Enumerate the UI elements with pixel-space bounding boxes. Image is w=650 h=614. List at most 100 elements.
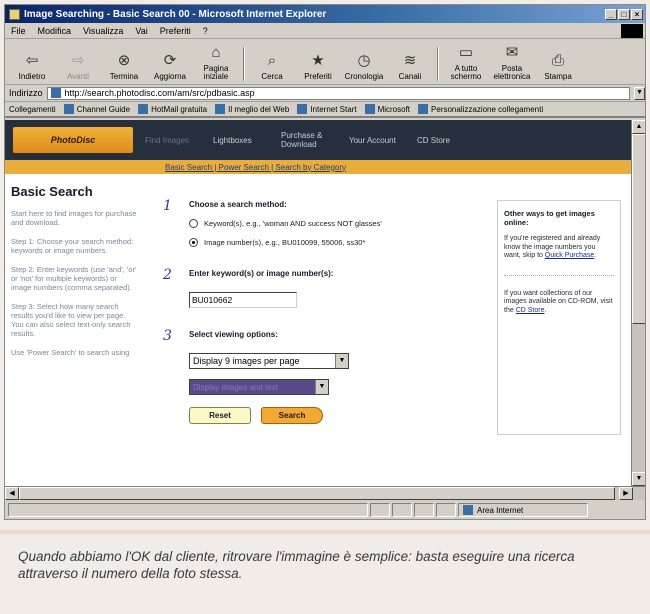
help-paragraph: Step 1: Choose your search method: keywo… — [11, 237, 134, 255]
print-button[interactable]: ⎙ Stampa — [537, 53, 579, 81]
stop-button[interactable]: ⊗ Termina — [103, 53, 145, 81]
channels-button[interactable]: ≋ Canali — [389, 53, 431, 81]
other-ways-title: Other ways to get images online: — [504, 209, 595, 227]
internet-zone-icon — [463, 505, 473, 515]
menu-bar: File Modifica Visualizza Vai Preferiti ? — [5, 23, 645, 39]
title-bar: Image Searching - Basic Search 00 - Micr… — [5, 5, 645, 23]
menu-modifica[interactable]: Modifica — [38, 26, 72, 36]
scroll-down-arrow-icon[interactable]: ▼ — [632, 472, 645, 486]
scroll-up-arrow-icon[interactable]: ▲ — [632, 120, 645, 134]
site-header: PhotoDisc Find Images Lightboxes Purchas… — [5, 120, 633, 160]
ie-app-icon — [9, 8, 20, 20]
forward-arrow-icon: ⇨ — [71, 52, 85, 69]
favorites-icon: ★ — [311, 52, 325, 69]
image-number-radio-option[interactable]: Image number(s), e.g., BU010099, 55006, … — [189, 238, 493, 247]
nav-lightboxes[interactable]: Lightboxes — [213, 136, 275, 145]
image-number-radio[interactable] — [189, 238, 198, 247]
cd-store-text: If you want collections of our images av… — [504, 289, 613, 314]
vertical-scroll-thumb[interactable] — [632, 134, 645, 324]
photodisc-logo[interactable]: PhotoDisc — [13, 127, 133, 153]
channels-icon: ≋ — [403, 52, 417, 69]
close-button[interactable]: × — [631, 8, 643, 20]
link-microsoft[interactable]: Microsoft — [364, 104, 410, 114]
reset-button[interactable]: Reset — [189, 407, 251, 424]
menu-help[interactable]: ? — [203, 26, 208, 36]
scroll-left-arrow-icon[interactable]: ◀ — [5, 487, 19, 500]
address-input[interactable]: http://search.photodisc.com/am/src/pdbas… — [46, 86, 630, 100]
subnav-links[interactable]: Basic Search | Power Search | Search by … — [165, 163, 346, 172]
vertical-scrollbar[interactable]: ▲ ▼ — [631, 120, 645, 486]
status-text-cell — [8, 503, 368, 517]
links-label: Collegamenti — [9, 104, 56, 114]
print-icon: ⎙ — [551, 52, 564, 69]
step-label: Choose a search method: — [189, 200, 287, 209]
nav-cd-store[interactable]: CD Store — [417, 136, 479, 145]
link-channel-guide[interactable]: Channel Guide — [63, 104, 130, 114]
page-title: Basic Search — [11, 184, 93, 199]
nav-purchase-download[interactable]: Purchase & Download — [281, 131, 343, 149]
link-customize-links[interactable]: Personalizzazione collegamenti — [418, 104, 543, 114]
display-mode-select[interactable]: Display images and text ▼ — [189, 379, 329, 395]
step-2: 2 Enter keyword(s) or image number(s): B… — [163, 267, 493, 308]
horizontal-scroll-thumb[interactable] — [19, 487, 615, 500]
minimize-button[interactable]: _ — [605, 8, 617, 20]
quick-purchase-text: If you're registered and already know th… — [504, 235, 601, 259]
history-button[interactable]: ◷ Cronologia — [343, 53, 385, 81]
status-cell — [414, 503, 434, 517]
caption-rule — [0, 530, 650, 534]
page-icon — [138, 104, 149, 114]
address-url: http://search.photodisc.com/am/src/pdbas… — [64, 88, 255, 98]
help-paragraph: Use 'Power Search' to search using — [11, 348, 130, 357]
menu-preferiti[interactable]: Preferiti — [160, 26, 191, 36]
images-per-page-select[interactable]: Display 9 images per page ▼ — [189, 353, 349, 369]
search-button[interactable]: ⌕ Cerca — [251, 53, 293, 81]
menu-visualizza[interactable]: Visualizza — [83, 26, 123, 36]
windows-throbber-logo — [621, 24, 643, 38]
forward-button[interactable]: ⇨ Avanti — [57, 53, 99, 81]
nav-your-account[interactable]: Your Account — [349, 136, 411, 145]
page-icon — [297, 104, 308, 114]
favorites-button[interactable]: ★ Preferiti — [297, 53, 339, 81]
browser-window: Image Searching - Basic Search 00 - Micr… — [4, 4, 646, 520]
stop-icon: ⊗ — [117, 52, 131, 69]
quick-purchase-link[interactable]: Quick Purchase — [545, 252, 594, 259]
help-paragraph: Step 2: Enter keywords (use 'and', 'or' … — [11, 265, 137, 292]
status-bar: Area Internet — [5, 501, 645, 519]
chevron-down-icon: ▼ — [315, 380, 328, 394]
mail-button[interactable]: ✉ Posta elettronica — [491, 45, 533, 81]
form-buttons: Reset Search — [189, 407, 493, 424]
divider — [504, 274, 614, 276]
toolbar-separator — [437, 47, 439, 81]
back-button[interactable]: ⇦ Indietro — [11, 53, 53, 81]
horizontal-scrollbar[interactable]: ◀ ▶ — [5, 486, 645, 500]
scroll-right-arrow-icon[interactable]: ▶ — [619, 487, 633, 500]
keyword-radio[interactable] — [189, 219, 198, 228]
step-number: 1 — [163, 198, 172, 214]
search-subnav: Basic Search | Power Search | Search by … — [5, 160, 633, 174]
mail-icon: ✉ — [505, 44, 519, 61]
status-cell — [370, 503, 390, 517]
other-ways-box: Other ways to get images online: If you'… — [497, 200, 621, 435]
refresh-icon: ⟳ — [163, 52, 177, 69]
figure-caption: Quando abbiamo l'OK dal cliente, ritrova… — [18, 549, 575, 581]
link-internet-start[interactable]: Internet Start — [297, 104, 357, 114]
address-dropdown-button[interactable]: ▼ — [634, 86, 645, 100]
search-input[interactable]: BU010662 — [189, 292, 297, 308]
menu-file[interactable]: File — [11, 26, 26, 36]
refresh-button[interactable]: ⟳ Aggiorna — [149, 53, 191, 81]
chevron-down-icon: ▼ — [335, 354, 348, 368]
menu-vai[interactable]: Vai — [135, 26, 147, 36]
nav-find-images[interactable]: Find Images — [145, 136, 207, 145]
maximize-button[interactable]: □ — [618, 8, 630, 20]
home-button[interactable]: ⌂ Pagina iniziale — [195, 45, 237, 81]
page-icon — [364, 104, 375, 114]
fullscreen-button[interactable]: ▭ A tutto schermo — [445, 45, 487, 81]
standard-toolbar: ⇦ Indietro ⇨ Avanti ⊗ Termina ⟳ Aggiorna ⌂ Pa… — [5, 39, 645, 85]
left-help-column: Basic Search Start here to find images f… — [11, 184, 137, 367]
link-hotmail[interactable]: HotMail gratuita — [138, 104, 207, 114]
link-best-of-web[interactable]: Il meglio del Web — [215, 104, 289, 114]
search-submit-button[interactable]: Search — [261, 407, 323, 424]
keyword-radio-option[interactable]: Keyword(s), e.g., 'woman AND success NOT… — [189, 219, 493, 228]
cd-store-link[interactable]: CD Store — [516, 307, 545, 314]
security-zone: Area Internet — [458, 503, 588, 517]
